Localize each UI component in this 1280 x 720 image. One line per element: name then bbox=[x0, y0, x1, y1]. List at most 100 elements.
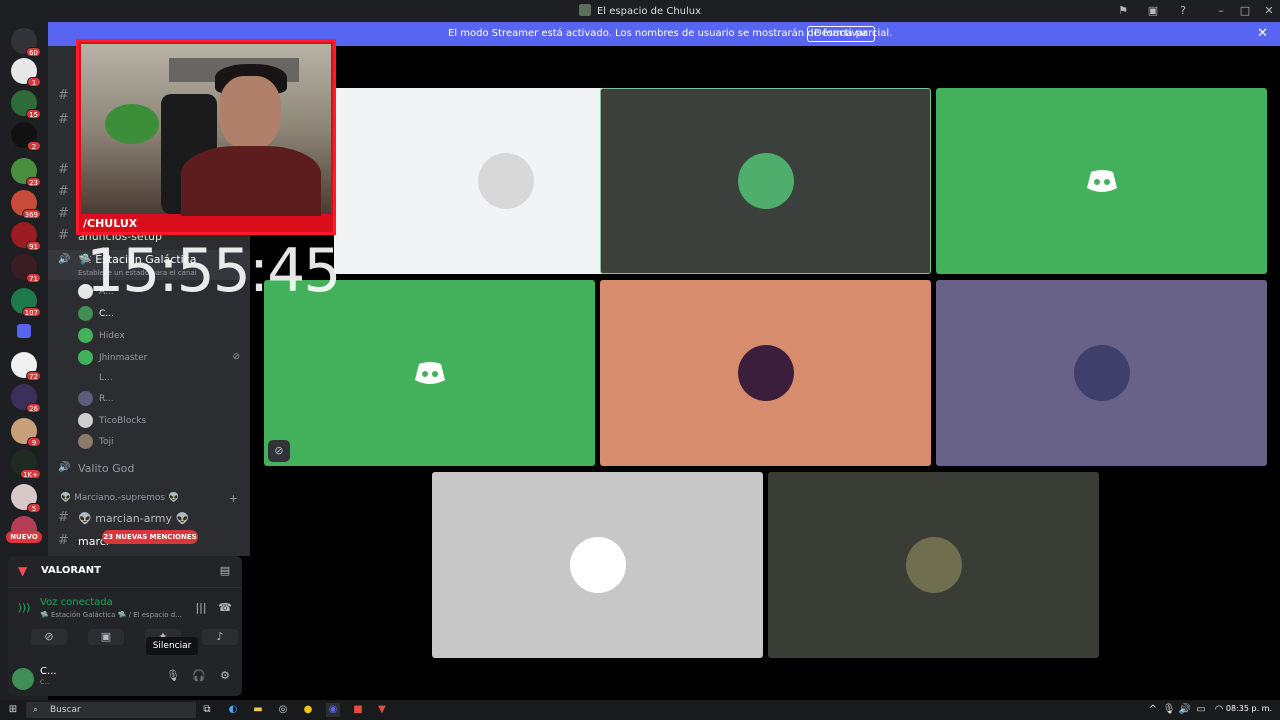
deactivate-button[interactable]: Desactivar bbox=[807, 26, 875, 42]
voice-channel-valito[interactable]: 🔊 Valito God bbox=[48, 458, 250, 478]
server-icon[interactable]: 1 bbox=[11, 58, 41, 87]
speaker-icon: 🔊 bbox=[58, 254, 71, 265]
voice-user[interactable]: TicoBlocks bbox=[76, 411, 250, 431]
task-view-icon[interactable]: ⧉ bbox=[200, 703, 214, 717]
hash-icon: # bbox=[58, 184, 69, 199]
server-icon[interactable]: 2 bbox=[11, 122, 41, 151]
voice-user-name: L... bbox=[99, 373, 113, 383]
chrome-icon[interactable]: ● bbox=[301, 703, 315, 717]
taskbar-search[interactable]: ⌕ Buscar bbox=[26, 702, 196, 718]
server-icon[interactable]: 71 bbox=[11, 254, 41, 283]
tray-chevron-icon[interactable]: ^ bbox=[1146, 703, 1160, 717]
server-icon[interactable]: 1K+ bbox=[11, 450, 41, 479]
voice-user[interactable]: Hidex bbox=[76, 326, 250, 346]
add-channel-icon[interactable]: + bbox=[229, 492, 238, 505]
app-icon[interactable]: ◎ bbox=[276, 703, 290, 717]
avatar bbox=[737, 153, 794, 209]
server-icon[interactable]: 5 bbox=[11, 484, 41, 513]
category-marciano[interactable]: 👽 Marciano.-supremos 👽 + bbox=[48, 489, 250, 509]
muted-mic-icon: ⊘ bbox=[268, 440, 290, 462]
new-mentions-pill[interactable]: 23 NUEVAS MENCIONES bbox=[102, 530, 198, 544]
search-icon: ⌕ bbox=[33, 705, 39, 715]
voice-user[interactable]: Toji bbox=[76, 432, 250, 452]
server-icon[interactable]: 15 bbox=[11, 90, 41, 119]
server-icon[interactable]: 26 bbox=[11, 384, 41, 413]
taskbar-time[interactable]: 08:35 p. m. bbox=[1226, 704, 1272, 713]
discord-app-icon[interactable]: ◉ bbox=[326, 703, 340, 717]
avatar bbox=[78, 328, 93, 343]
tray-mic-icon[interactable]: 🎙 bbox=[1162, 703, 1176, 717]
headphones-icon[interactable]: 🎧 bbox=[191, 668, 207, 684]
user-name[interactable]: C... bbox=[40, 666, 57, 677]
soundboard-icon[interactable]: ♪ bbox=[202, 629, 238, 645]
voice-user[interactable]: Jhinmaster ⊘ bbox=[76, 348, 250, 368]
wifi-icon[interactable]: ◠ bbox=[1212, 703, 1226, 717]
server-icon[interactable]: 72 bbox=[11, 352, 41, 381]
avatar bbox=[78, 306, 93, 321]
discord-logo-icon bbox=[414, 362, 445, 384]
avatar bbox=[737, 345, 794, 401]
folder-icon[interactable] bbox=[17, 324, 31, 338]
voice-location[interactable]: 🛸 Estación Galáctica 🛸 / El espacio d... bbox=[40, 611, 182, 619]
video-grid: ⊘ bbox=[252, 46, 1280, 700]
server-icon[interactable]: 9 bbox=[11, 418, 41, 447]
server-badge: 1 bbox=[27, 77, 41, 87]
participant-tile[interactable] bbox=[600, 88, 931, 274]
participant-tile[interactable] bbox=[768, 472, 1099, 658]
voice-user[interactable]: R... bbox=[76, 389, 250, 409]
activity-row[interactable]: ▼ VALORANT ▤ bbox=[8, 556, 242, 588]
volume-icon[interactable]: 🔊 bbox=[1178, 703, 1192, 717]
screen-share-icon[interactable]: ▣ bbox=[1146, 4, 1160, 18]
voice-user[interactable]: C... bbox=[76, 304, 250, 324]
window-title-wrap: El espacio de Chulux bbox=[0, 4, 1280, 17]
participant-tile[interactable] bbox=[432, 472, 763, 658]
participant-tile[interactable] bbox=[936, 280, 1267, 466]
avatar bbox=[78, 350, 93, 365]
noise-suppression-icon[interactable]: ||| bbox=[193, 600, 209, 616]
mute-tooltip: Silenciar bbox=[146, 637, 198, 655]
camera-off-icon[interactable]: ⊘ bbox=[31, 629, 67, 645]
webcam-feed bbox=[81, 44, 331, 216]
avatar[interactable] bbox=[12, 668, 34, 690]
settings-gear-icon[interactable]: ⚙ bbox=[217, 668, 233, 684]
server-icon[interactable]: 23 bbox=[11, 158, 41, 187]
window-close-icon[interactable]: ✕ bbox=[1262, 4, 1276, 18]
voice-user[interactable]: L... bbox=[76, 368, 250, 388]
participant-tile[interactable]: ⊘ bbox=[264, 280, 595, 466]
server-icon[interactable]: 369 bbox=[11, 190, 41, 219]
hash-icon: # bbox=[58, 533, 69, 548]
activity-options-icon[interactable]: ▤ bbox=[217, 563, 233, 579]
connection-signal-icon: ))) bbox=[17, 601, 31, 614]
avatar bbox=[905, 537, 962, 593]
hash-icon: # bbox=[58, 510, 69, 525]
maximize-icon[interactable]: □ bbox=[1238, 4, 1252, 18]
streamer-face bbox=[219, 76, 281, 150]
channel-name: 👽 marcian-army 👽 bbox=[78, 512, 190, 525]
close-icon[interactable]: ✕ bbox=[1257, 26, 1268, 41]
inbox-icon[interactable]: ⚑ bbox=[1116, 4, 1130, 18]
edge-icon[interactable]: ◐ bbox=[226, 703, 240, 717]
avatar bbox=[78, 413, 93, 428]
help-icon[interactable]: ? bbox=[1176, 4, 1190, 18]
server-icon[interactable]: 107 bbox=[11, 288, 41, 317]
new-pill[interactable]: NUEVO bbox=[6, 531, 42, 543]
text-channel-marcian-army[interactable]: # 👽 marcian-army 👽 bbox=[48, 508, 250, 528]
disconnect-icon[interactable]: ☎ bbox=[217, 600, 233, 616]
hash-icon: # bbox=[58, 228, 69, 243]
window-titlebar: El espacio de Chulux ⚑ ▣ ? – □ ✕ bbox=[0, 0, 1280, 22]
microphone-icon[interactable]: 🎙 bbox=[165, 668, 181, 684]
app-icon[interactable]: ■ bbox=[351, 703, 365, 717]
app-icon[interactable]: ▼ bbox=[375, 703, 389, 717]
file-explorer-icon[interactable]: ▬ bbox=[251, 703, 265, 717]
start-icon[interactable]: ⊞ bbox=[6, 703, 20, 717]
voice-connected-label[interactable]: Voz conectada bbox=[40, 597, 113, 608]
minimize-icon[interactable]: – bbox=[1214, 4, 1228, 18]
category-name: 👽 Marciano.-supremos 👽 bbox=[60, 493, 180, 503]
screen-share-icon[interactable]: ▣ bbox=[88, 629, 124, 645]
participant-tile[interactable] bbox=[600, 280, 931, 466]
server-icon[interactable]: 91 bbox=[11, 222, 41, 251]
direct-messages-icon[interactable]: 60 bbox=[11, 28, 41, 57]
hash-icon: # bbox=[58, 162, 69, 177]
participant-tile[interactable] bbox=[936, 88, 1267, 274]
network-icon[interactable]: ▭ bbox=[1194, 703, 1208, 717]
